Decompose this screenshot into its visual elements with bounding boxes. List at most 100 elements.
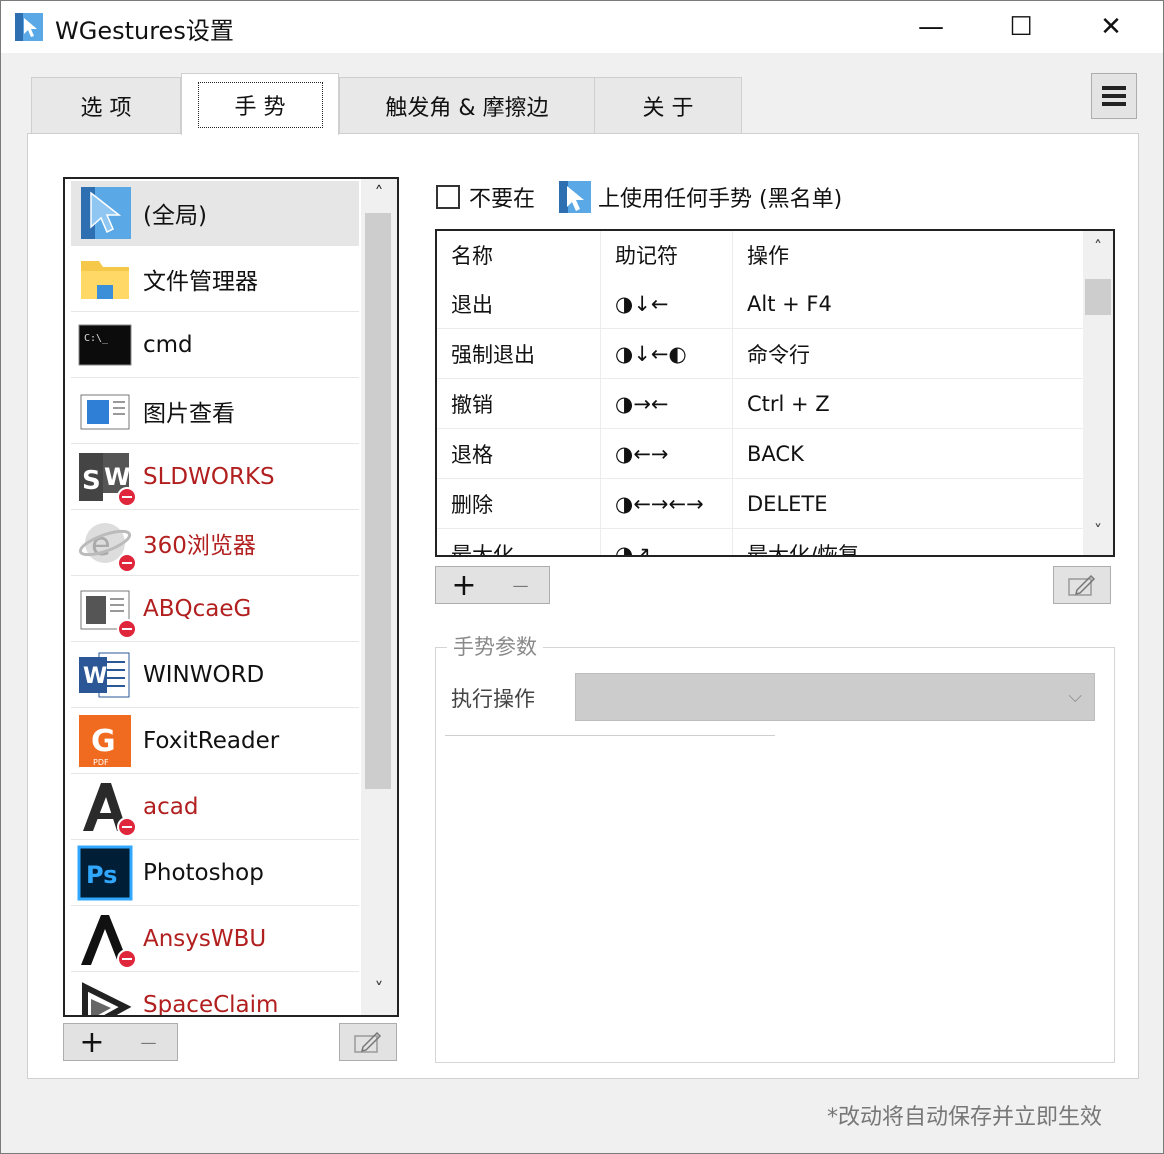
gesture-action: Alt + F4 xyxy=(747,291,832,316)
scroll-up-icon[interactable]: ˄ xyxy=(361,183,397,213)
scroll-down-icon[interactable]: ˅ xyxy=(361,979,397,1009)
minimize-button[interactable]: — xyxy=(886,1,976,53)
app-list-item-label: FoxitReader xyxy=(143,728,280,754)
svg-text:S: S xyxy=(82,466,101,496)
gesture-mnemonic: ◑→← xyxy=(601,379,733,428)
gesture-table[interactable]: 名称 助记符 操作 退出 ◑↓← Alt + F4 强制退出 ◑↓←◐ 命令行 撤销 ◑→← C… xyxy=(435,229,1115,557)
gesture-name: 撤销 xyxy=(437,379,601,428)
svg-text:W: W xyxy=(83,664,107,689)
scroll-thumb[interactable] xyxy=(365,213,391,789)
edit-icon xyxy=(1068,574,1096,596)
gesture-row[interactable]: 退格 ◑←→ BACK xyxy=(437,429,1083,479)
browser-icon: e xyxy=(77,515,137,573)
chevron-down-icon: ⌵ xyxy=(1068,686,1082,707)
app-list-item[interactable]: 图片查看 xyxy=(71,379,359,444)
app-list-item[interactable]: e 360浏览器 xyxy=(71,511,359,576)
exec-action-label: 执行操作 xyxy=(451,687,535,711)
close-button[interactable]: ✕ xyxy=(1066,1,1156,53)
blocked-badge-icon xyxy=(117,619,137,639)
app-list[interactable]: SpaceClaim AnsysWBU Ps Photoshop acad G PDF Fox… xyxy=(63,177,399,1017)
app-list-item-label: cmd xyxy=(143,332,193,358)
gesture-row[interactable]: 删除 ◑←→←→ DELETE xyxy=(437,479,1083,529)
app-list-scrollbar[interactable]: ˄ ˅ xyxy=(361,179,397,1015)
tab-about[interactable]: 关 于 xyxy=(594,77,742,133)
gesture-table-header: 名称 助记符 操作 xyxy=(437,231,1083,279)
tab-hot-corners[interactable]: 触发角 & 摩擦边 xyxy=(339,77,595,133)
app-list-item[interactable]: C:\_ cmd xyxy=(71,313,359,378)
gesture-mnemonic: ◑↓← xyxy=(601,279,733,328)
blacklist-label-after: 上使用任何手势 (黑名单) xyxy=(598,187,843,212)
gesture-action: Ctrl + Z xyxy=(747,391,830,416)
edit-app-button[interactable] xyxy=(339,1023,397,1061)
blocked-badge-icon xyxy=(117,553,137,573)
title-bar: WGestures设置 — ☐ ✕ xyxy=(1,1,1163,53)
window-title: WGestures设置 xyxy=(55,17,234,45)
app-list-item-label: WINWORD xyxy=(143,662,265,688)
gesture-action: 命令行 xyxy=(747,342,810,367)
svg-text:Ps: Ps xyxy=(86,861,117,889)
add-app-button[interactable]: + xyxy=(63,1023,121,1061)
global-cursor-icon xyxy=(559,181,591,213)
hamburger-icon xyxy=(1102,86,1126,106)
scroll-thumb[interactable] xyxy=(1085,279,1111,315)
svg-text:PDF: PDF xyxy=(93,758,109,767)
header-action[interactable]: 操作 xyxy=(733,231,1083,279)
gesture-table-scrollbar[interactable]: ˄ ˅ xyxy=(1083,231,1113,555)
scroll-down-icon[interactable]: ˅ xyxy=(1083,521,1113,549)
app-list-item[interactable]: G PDF FoxitReader xyxy=(71,709,359,774)
app-list-item[interactable]: 文件管理器 xyxy=(71,247,359,312)
app-list-item-label: AnsysWBU xyxy=(143,926,267,952)
menu-button[interactable] xyxy=(1091,73,1137,119)
app-list-item-label: SpaceClaim xyxy=(143,992,279,1017)
app-list-item-label: 图片查看 xyxy=(143,401,235,427)
scroll-up-icon[interactable]: ˄ xyxy=(1083,237,1113,265)
svg-text:G: G xyxy=(91,724,116,759)
app-list-item-label: 360浏览器 xyxy=(143,533,256,559)
app-list-item[interactable]: acad xyxy=(71,775,359,840)
remove-gesture-button[interactable]: — xyxy=(492,566,550,604)
svg-text:C:\_: C:\_ xyxy=(84,333,109,344)
app-list-item[interactable]: Ps Photoshop xyxy=(71,841,359,906)
exec-action-select[interactable]: ⌵ xyxy=(575,673,1095,721)
blacklist-label-before: 不要在 xyxy=(469,187,536,212)
blocked-badge-icon xyxy=(117,487,137,507)
tab-gestures[interactable]: 手 势 xyxy=(181,73,339,135)
gesture-name: 退出 xyxy=(437,279,601,328)
app-list-item[interactable]: SpaceClaim xyxy=(71,973,359,1017)
edit-gesture-button[interactable] xyxy=(1053,566,1111,604)
app-list-item[interactable]: (全局) xyxy=(71,181,359,246)
app-list-item-label: Photoshop xyxy=(143,860,264,886)
app-list-item[interactable]: S W SLDWORKS xyxy=(71,445,359,510)
gesture-mnemonic: ◑←→ xyxy=(601,429,733,478)
edit-icon xyxy=(354,1031,382,1053)
gesture-name: 强制退出 xyxy=(437,329,601,378)
folder-icon xyxy=(77,251,133,307)
gesture-row[interactable]: 退出 ◑↓← Alt + F4 xyxy=(437,279,1083,329)
gesture-mnemonic: ◑←→←→ xyxy=(601,479,733,528)
app-list-item[interactable]: ABQcaeG xyxy=(71,577,359,642)
tab-options[interactable]: 选 项 xyxy=(31,77,181,133)
app-list-item[interactable]: W WINWORD xyxy=(71,643,359,708)
autocad-icon xyxy=(77,779,137,837)
gesture-action: 最大化/恢复 xyxy=(747,542,860,557)
add-gesture-button[interactable]: + xyxy=(435,566,493,604)
blacklist-checkbox[interactable] xyxy=(436,185,460,209)
app-list-item[interactable]: AnsysWBU xyxy=(71,907,359,972)
abaqus-icon xyxy=(77,581,137,639)
header-name[interactable]: 名称 xyxy=(437,231,601,279)
maximize-button[interactable]: ☐ xyxy=(976,1,1066,53)
tab-options-label: 选 项 xyxy=(80,95,132,121)
header-mnemonic[interactable]: 助记符 xyxy=(601,231,733,279)
blocked-badge-icon xyxy=(117,949,137,969)
gesture-row[interactable]: 强制退出 ◑↓←◐ 命令行 xyxy=(437,329,1083,379)
gesture-name: 最大化 xyxy=(437,529,601,555)
remove-app-button[interactable]: — xyxy=(120,1023,178,1061)
gesture-action: DELETE xyxy=(747,491,828,516)
console-icon: C:\_ xyxy=(77,317,133,373)
gesture-row[interactable]: 撤销 ◑→← Ctrl + Z xyxy=(437,379,1083,429)
app-list-item-label: 文件管理器 xyxy=(143,269,258,295)
tab-gestures-label: 手 势 xyxy=(197,81,323,128)
blocked-badge-icon xyxy=(117,817,137,837)
gesture-name: 删除 xyxy=(437,479,601,528)
gesture-row[interactable]: 最大化 ◑↗ 最大化/恢复 xyxy=(437,529,1083,557)
